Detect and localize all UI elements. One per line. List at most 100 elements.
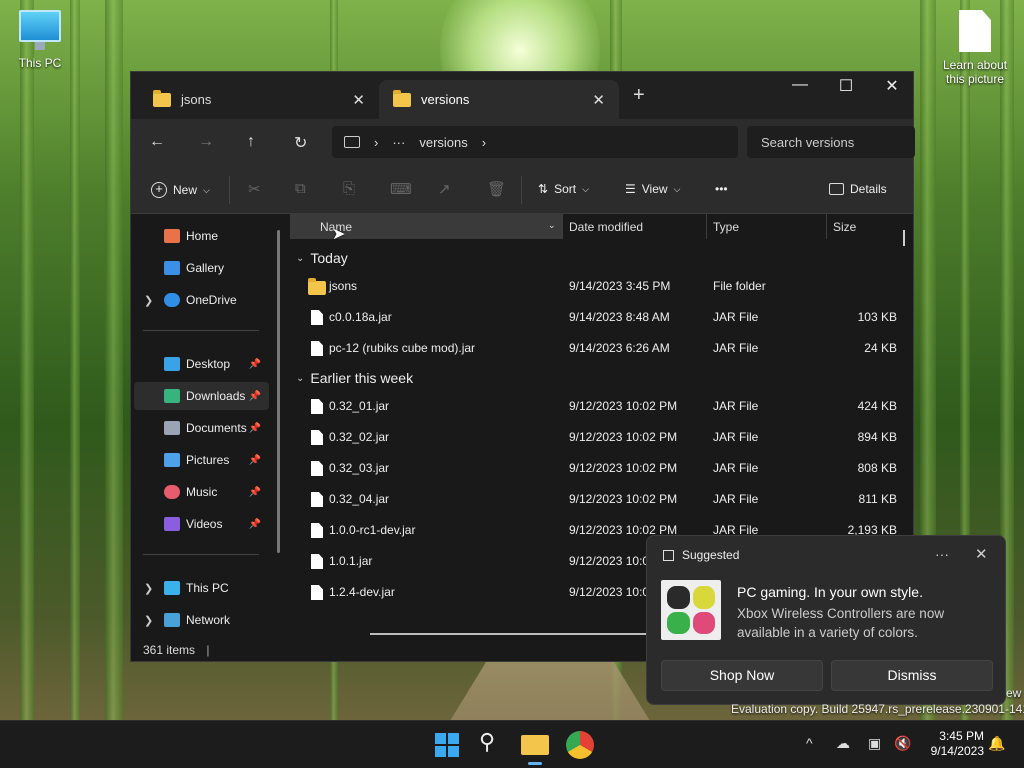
sidebar-item-label: Music (186, 485, 218, 499)
dismiss-button[interactable]: Dismiss (831, 660, 993, 691)
file-row[interactable]: 0.32_03.jar 9/12/2023 10:02 PM JAR File … (290, 453, 913, 484)
sidebar-item-this-pc[interactable]: ❯ This PC (134, 574, 269, 602)
toast-more-button[interactable]: ··· (935, 546, 949, 562)
tab-close-button[interactable]: ✕ (592, 91, 605, 109)
file-date: 9/14/2023 8:48 AM (569, 310, 670, 324)
file-name: 1.0.1.jar (329, 554, 373, 568)
file-icon (311, 461, 323, 476)
sidebar-item-pictures[interactable]: Pictures 📌 (134, 446, 269, 474)
column-header-date[interactable]: Date modified (569, 220, 643, 234)
maximize-button[interactable]: ☐ (823, 76, 869, 96)
column-header-type[interactable]: Type (713, 220, 739, 234)
breadcrumb-overflow[interactable]: ··· (392, 135, 405, 150)
gallery-icon (164, 261, 180, 275)
taskbar: ⚲ ^ ☁ ▣ 🔇 3:45 PM 9/14/2023 🔔 (0, 720, 1024, 768)
toast-close-button[interactable]: ✕ (975, 545, 988, 563)
network-tray-icon[interactable]: ▣ (868, 735, 881, 752)
paste-icon[interactable]: ⎘ (343, 180, 355, 197)
file-explorer-icon[interactable] (521, 735, 549, 755)
tab-jsons[interactable]: jsons ✕ (139, 80, 379, 119)
share-icon[interactable]: ↗ (438, 180, 451, 198)
up-button[interactable]: ↑ (247, 133, 255, 151)
notification-bell-icon[interactable]: 🔔 (988, 735, 1005, 752)
system-clock[interactable]: 3:45 PM 9/14/2023 (922, 729, 984, 759)
pin-icon: 📌 (248, 518, 261, 530)
rename-icon[interactable]: ⌨ (390, 180, 412, 198)
group-header-earlier-this-week[interactable]: ⌄ Earlier this week (296, 370, 413, 386)
tab-close-button[interactable]: ✕ (352, 91, 365, 109)
show-hidden-icons-button[interactable]: ^ (806, 735, 813, 751)
copy-icon[interactable]: ⧉ (295, 180, 306, 197)
pin-icon: 📌 (248, 486, 261, 498)
onedrive-tray-icon[interactable]: ☁ (836, 735, 850, 752)
file-name: pc-12 (rubiks cube mod).jar (329, 341, 476, 355)
group-header-today[interactable]: ⌄ Today (296, 250, 348, 266)
new-label: New (173, 183, 198, 197)
file-row[interactable]: pc-12 (rubiks cube mod).jar 9/14/2023 6:… (290, 333, 913, 364)
sidebar-item-network[interactable]: ❯ Network (134, 606, 269, 634)
file-row[interactable]: 0.32_02.jar 9/12/2023 10:02 PM JAR File … (290, 422, 913, 453)
file-name: 0.32_01.jar (329, 399, 390, 413)
sidebar-item-downloads[interactable]: Downloads 📌 (134, 382, 269, 410)
navigation-pane: Home Gallery ❯ OneDrive Desktop 📌 Downlo… (131, 214, 281, 639)
horizontal-scrollbar[interactable] (370, 633, 650, 635)
view-label: View (641, 182, 668, 196)
tab-versions[interactable]: versions ✕ (379, 80, 619, 119)
breadcrumb-current-folder[interactable]: versions (419, 135, 467, 150)
file-date: 9/12/2023 10:02 PM (569, 430, 678, 444)
sidebar-scrollbar[interactable] (277, 230, 280, 553)
search-input[interactable]: Search versions (747, 126, 915, 158)
address-bar[interactable]: › ··· versions › (332, 126, 738, 158)
group-label: Today (310, 250, 348, 266)
sidebar-item-home[interactable]: Home (134, 222, 269, 250)
desktop-icon-this-pc[interactable]: This PC (0, 10, 80, 70)
file-type: JAR File (713, 461, 759, 475)
file-row[interactable]: 0.32_04.jar 9/12/2023 10:02 PM JAR File … (290, 484, 913, 515)
sidebar-item-music[interactable]: Music 📌 (134, 478, 269, 506)
sidebar-item-desktop[interactable]: Desktop 📌 (134, 350, 269, 378)
sidebar-item-videos[interactable]: Videos 📌 (134, 510, 269, 538)
volume-muted-icon[interactable]: 🔇 (894, 735, 911, 752)
clock-time: 3:45 PM (939, 729, 984, 743)
new-button[interactable]: + New ⌵ (151, 182, 210, 198)
file-row[interactable]: 0.32_01.jar 9/12/2023 10:02 PM JAR File … (290, 391, 913, 422)
chevron-right-icon[interactable]: ❯ (144, 614, 153, 627)
controllers-image (661, 580, 721, 640)
tab-label: versions (421, 92, 470, 107)
file-date: 9/12/2023 10:0 (569, 554, 650, 568)
chevron-down-icon: ⌄ (296, 252, 305, 264)
chevron-right-icon[interactable]: ❯ (144, 294, 153, 307)
vertical-scrollbar[interactable] (903, 230, 905, 246)
delete-icon[interactable]: 🗑 (487, 180, 506, 198)
column-header-size[interactable]: Size (833, 220, 856, 234)
file-row[interactable]: c0.0.18a.jar 9/14/2023 8:48 AM JAR File … (290, 302, 913, 333)
forward-button[interactable]: → (198, 133, 214, 151)
close-window-button[interactable]: ✕ (869, 76, 915, 96)
desktop-icon-learn-about-picture[interactable]: Learn about this picture (934, 10, 1016, 86)
home-icon (164, 229, 180, 243)
search-icon[interactable]: ⚲ (479, 729, 507, 757)
chrome-icon[interactable] (566, 731, 594, 759)
pictures-icon (164, 453, 180, 467)
new-tab-button[interactable]: + (633, 84, 645, 107)
chevron-right-icon[interactable]: ❯ (144, 582, 153, 595)
file-row[interactable]: jsons 9/14/2023 3:45 PM File folder (290, 271, 913, 302)
more-options-button[interactable]: ••• (715, 182, 728, 196)
shop-now-button[interactable]: Shop Now (661, 660, 823, 691)
chevron-down-icon[interactable]: ⌄ (548, 220, 556, 231)
group-label: Earlier this week (310, 370, 414, 386)
details-pane-icon (829, 183, 844, 195)
minimize-button[interactable]: — (777, 76, 823, 94)
refresh-button[interactable]: ↻ (294, 133, 307, 153)
details-button[interactable]: Details (829, 182, 887, 196)
cut-icon[interactable]: ✂ (248, 180, 261, 198)
view-button[interactable]: ☰ View ⌵ (625, 182, 680, 196)
back-button[interactable]: ← (149, 133, 165, 151)
sidebar-item-documents[interactable]: Documents 📌 (134, 414, 269, 442)
sort-label: Sort (554, 182, 577, 196)
sidebar-item-gallery[interactable]: Gallery (134, 254, 269, 282)
sidebar-item-onedrive[interactable]: ❯ OneDrive (134, 286, 269, 314)
file-icon (311, 310, 323, 325)
start-button[interactable] (433, 731, 461, 759)
sort-button[interactable]: ⇅ Sort ⌵ (538, 182, 589, 196)
